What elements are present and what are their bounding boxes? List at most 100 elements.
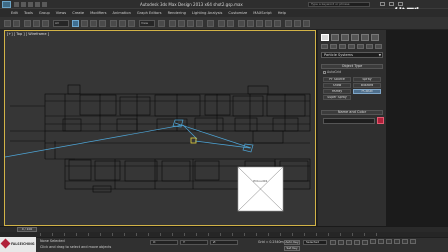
menu-item[interactable]: Rendering [165, 9, 189, 17]
snow-button[interactable]: Snow [323, 83, 351, 88]
pcloud-button[interactable]: PCloud [353, 89, 381, 94]
next-frame-icon[interactable] [354, 240, 360, 245]
rendered-frame-icon[interactable] [294, 20, 301, 27]
render-production-icon[interactable] [303, 20, 310, 27]
z-coordinate-field[interactable]: Z: [210, 240, 238, 245]
spray-button[interactable]: Spray [353, 77, 381, 82]
main-toolbar: All View [0, 17, 448, 30]
parray-button[interactable]: PArray [323, 89, 351, 94]
maximize-viewport-icon[interactable] [410, 239, 416, 244]
menu-item[interactable]: Tools [21, 9, 36, 17]
pcloud-plane-label: PCloud01 [253, 179, 267, 183]
schematic-view-icon[interactable] [265, 20, 272, 27]
new-file-icon[interactable] [14, 2, 19, 7]
pivot-center-icon[interactable] [158, 20, 165, 27]
key-filter-dropdown[interactable]: Selected [303, 240, 327, 245]
search-input[interactable]: Type a keyword or phrase [308, 2, 370, 7]
percent-snap-icon[interactable] [187, 20, 194, 27]
select-object-icon[interactable] [72, 20, 79, 27]
helpers-icon[interactable] [357, 44, 364, 49]
go-to-start-icon[interactable] [330, 240, 336, 245]
menu-item[interactable]: Edit [8, 9, 21, 17]
menu-item[interactable]: Animation [110, 9, 134, 17]
category-dropdown[interactable]: Particle Systems ▼ [321, 52, 383, 58]
open-file-icon[interactable] [21, 2, 26, 7]
space-warps-icon[interactable] [366, 44, 373, 49]
utilities-tab-icon[interactable] [371, 34, 379, 41]
systems-icon[interactable] [375, 44, 382, 49]
selection-region-icon[interactable] [90, 20, 97, 27]
object-name-field[interactable] [323, 118, 375, 124]
motion-tab-icon[interactable] [351, 34, 359, 41]
mirror-icon[interactable] [218, 20, 225, 27]
bind-space-warp-icon[interactable] [42, 20, 49, 27]
app-icon[interactable] [2, 1, 11, 8]
unlink-icon[interactable] [33, 20, 40, 27]
y-coordinate-field[interactable]: Y: [180, 240, 208, 245]
go-to-end-icon[interactable] [362, 240, 368, 245]
angle-snap-icon[interactable] [178, 20, 185, 27]
blizzard-button[interactable]: Blizzard [353, 83, 381, 88]
geometry-icon[interactable] [321, 44, 328, 49]
menu-item[interactable]: Help [275, 9, 289, 17]
menu-item[interactable]: Customize [225, 9, 250, 17]
object-type-rollout[interactable]: Object Type [321, 64, 383, 69]
create-tab-icon[interactable] [321, 34, 329, 41]
shapes-icon[interactable] [330, 44, 337, 49]
select-by-name-icon[interactable] [81, 20, 88, 27]
undo-icon[interactable] [4, 20, 11, 27]
scale-icon[interactable] [128, 20, 135, 27]
prompt-line: Click and drag to select and move object… [40, 245, 112, 249]
curve-editor-icon[interactable] [256, 20, 263, 27]
menu-item[interactable]: Group [36, 9, 53, 17]
modify-tab-icon[interactable] [331, 34, 339, 41]
move-icon[interactable] [110, 20, 117, 27]
autogrid-checkbox[interactable]: AutoGrid [323, 70, 341, 74]
orbit-icon[interactable] [402, 239, 408, 244]
pf-source-button[interactable]: PF Source [323, 77, 351, 82]
display-tab-icon[interactable] [361, 34, 369, 41]
minimize-icon[interactable] [380, 2, 385, 6]
pan-icon[interactable] [394, 239, 400, 244]
auto-key-button[interactable]: Auto Key [284, 240, 300, 245]
name-and-color-rollout[interactable]: Name and Color [321, 110, 383, 115]
lights-icon[interactable] [339, 44, 346, 49]
selection-filter-dropdown[interactable]: All [53, 20, 69, 27]
cameras-icon[interactable] [348, 44, 355, 49]
window-crossing-icon[interactable] [99, 20, 106, 27]
menu-item[interactable]: Graph Editors [134, 9, 165, 17]
rotate-icon[interactable] [119, 20, 126, 27]
x-coordinate-field[interactable]: X: [150, 240, 178, 245]
render-setup-icon[interactable] [285, 20, 292, 27]
snaps-toggle-icon[interactable] [169, 20, 176, 27]
graphite-toggle-icon[interactable] [247, 20, 254, 27]
set-key-button[interactable]: Set Key [284, 246, 300, 251]
spinner-snap-icon[interactable] [196, 20, 203, 27]
redo-icon[interactable] [42, 2, 47, 7]
menu-item[interactable]: Lighting Analysis [189, 9, 225, 17]
save-file-icon[interactable] [28, 2, 33, 7]
link-icon[interactable] [24, 20, 31, 27]
menu-item[interactable]: MAXScript [250, 9, 274, 17]
super-spray-button[interactable]: Super Spray [323, 95, 351, 100]
redo-icon[interactable] [13, 20, 20, 27]
align-icon[interactable] [227, 20, 234, 27]
zoom-icon[interactable] [370, 239, 376, 244]
hierarchy-tab-icon[interactable] [341, 34, 349, 41]
named-selection-icon[interactable] [207, 20, 214, 27]
menu-item[interactable]: Create [69, 9, 87, 17]
zoom-all-icon[interactable] [378, 239, 384, 244]
undo-icon[interactable] [35, 2, 40, 7]
previous-frame-icon[interactable] [338, 240, 344, 245]
play-icon[interactable] [346, 240, 352, 245]
grid-size-readout: Grid = 0.2540m [258, 240, 284, 244]
layer-manager-icon[interactable] [238, 20, 245, 27]
menu-item[interactable]: Views [53, 9, 69, 17]
material-editor-icon[interactable] [274, 20, 281, 27]
zoom-extents-icon[interactable] [386, 239, 392, 244]
viewport-top[interactable]: [+] [ Top ] [ Wireframe ] PCloud01 [4, 30, 316, 226]
object-color-swatch[interactable] [377, 117, 384, 124]
category-value: Particle Systems [324, 53, 353, 57]
menu-item[interactable]: Modifiers [87, 9, 109, 17]
reference-coordinate-dropdown[interactable]: View [139, 20, 155, 27]
